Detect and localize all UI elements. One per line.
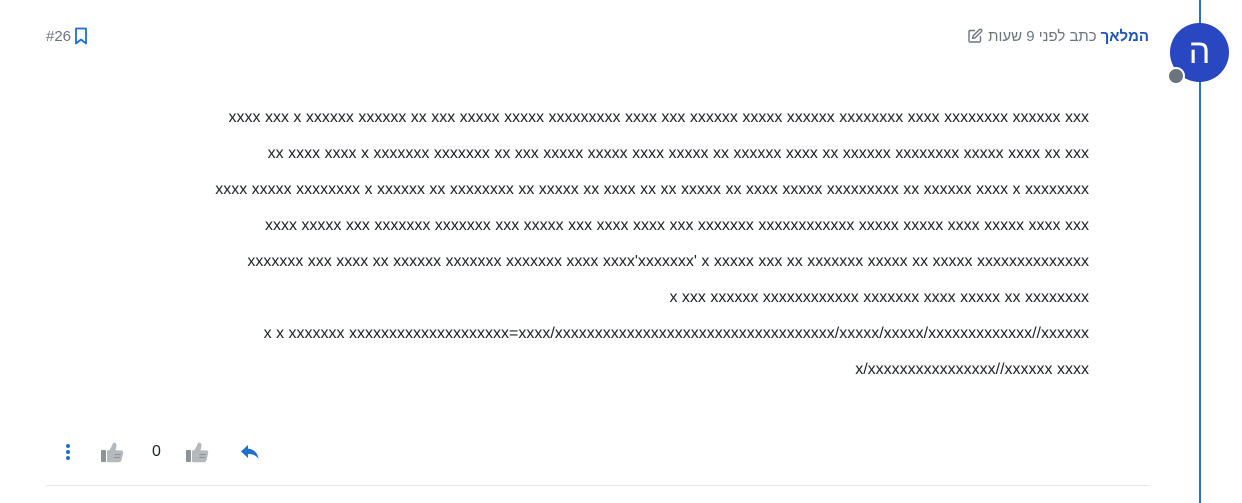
post-timestamp[interactable]: כתב לפני 9 שעות [988, 28, 1097, 45]
downvote-button[interactable] [98, 437, 128, 467]
content-line: xxxx xxxxx xxx xxxxxxx xxxxxxx xxx xxxxx… [264, 217, 1089, 234]
vertical-dots-icon [66, 444, 70, 448]
thumbs-down-icon [101, 442, 124, 463]
content-line: xxxx xxx x xxxxxx xxxxxx xx xxx xxxxx xx… [228, 109, 1089, 126]
pencil-square-icon[interactable] [967, 28, 983, 44]
content-line: xxxx xxxxx xxxxxxxx x xxxxxx xx xxxxxxxx… [215, 181, 1089, 198]
content-line: x x xxxxxxx xxxxxxxxxxxxxxxxxxxx=xxxx/xx… [263, 325, 1089, 342]
vote-count: 0 [152, 443, 161, 460]
post-divider [46, 485, 1149, 486]
content-line: x/xxxxxxxxxxxxxxxx//xxxxxx xxxx [855, 361, 1089, 378]
more-options-button[interactable] [55, 435, 81, 469]
post-index-link[interactable]: #26 [46, 26, 88, 46]
post-header: המלאך כתב לפני 9 שעות [967, 26, 1149, 46]
author-name-link[interactable]: המלאך [1101, 28, 1149, 45]
post-index-number[interactable]: #26 [46, 28, 71, 45]
upvote-button[interactable] [183, 437, 213, 467]
post-actions-bar: 0 [55, 434, 262, 470]
bookmark-icon[interactable] [74, 27, 88, 45]
post-content: xxxx xxx x xxxxxx xxxxxx xx xxx xxxxx xx… [29, 100, 1089, 388]
presence-status-dot [1167, 67, 1185, 85]
content-line: x xxx xxxxxx xxxxxxxxxxxx xxxxxxx xxxx x… [669, 289, 1089, 306]
reply-arrow-icon [241, 445, 259, 459]
content-line: xxxxxxx xxx xxxx xx xxxxxx xxxxxxx xxxxx… [247, 253, 1089, 270]
thumbs-up-icon [186, 442, 209, 463]
content-line: xx xxxx xxxx x xxxxxxx xxxxxxx xx xxx xx… [267, 145, 1089, 162]
reply-button[interactable] [238, 440, 262, 464]
